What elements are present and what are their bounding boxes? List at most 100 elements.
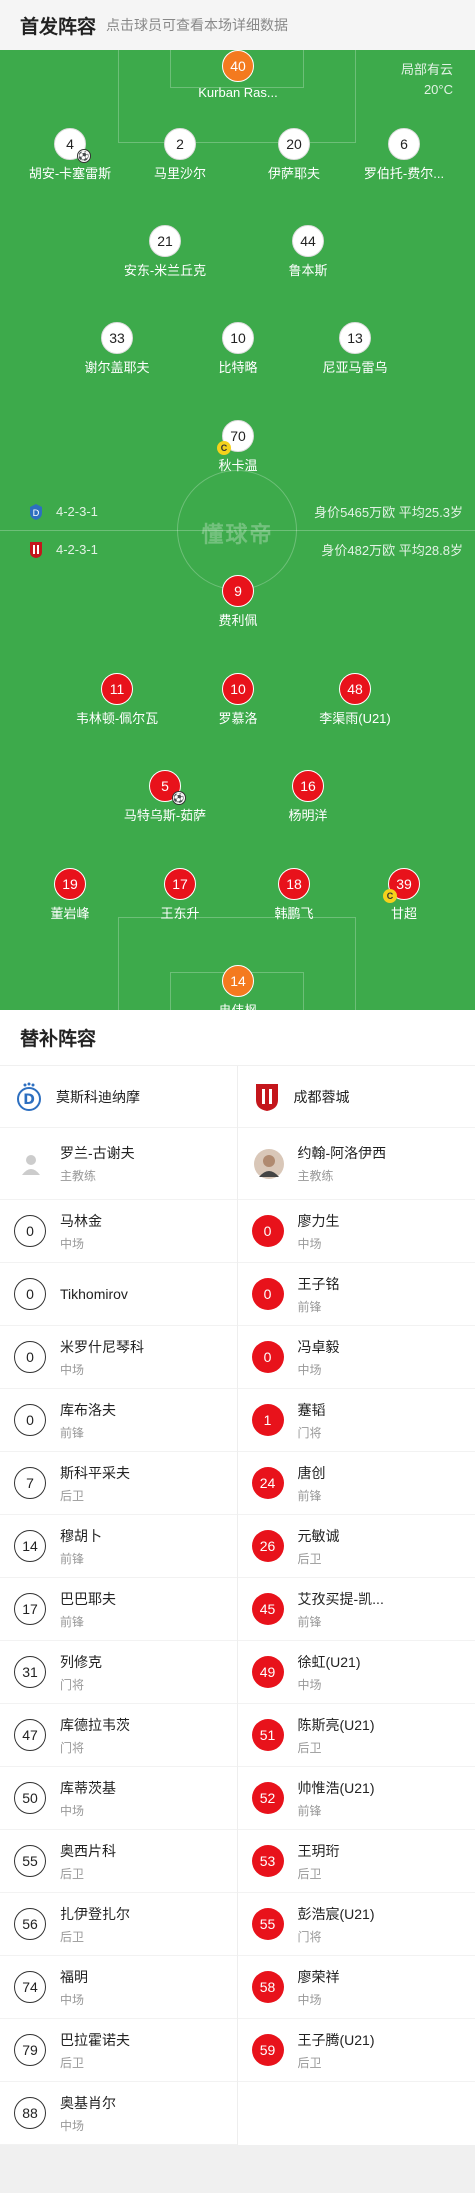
home-team-head[interactable]: D 莫斯科迪纳摩 [0,1066,237,1128]
away-lineup-player[interactable]: 17 王东升 [125,868,235,922]
home-lineup-player[interactable]: 70 C 秋卡温 [183,420,293,474]
home-lineup-player[interactable]: 21 安东-米兰丘克 [110,225,220,279]
home-sub-row[interactable]: 88 奥基肖尔 中场 [0,2082,237,2145]
sub-position: 中场 [297,1677,322,1692]
away-sub-row[interactable]: 59 王子腾(U21) 后卫 [237,2019,475,2082]
away-lineup-player[interactable]: 5 ⚽ 马特乌斯-茹萨 [110,770,220,824]
sub-name: 米罗什尼琴科 [60,1338,144,1355]
away-formation-row: 4-2-3-1 身价482万欧 平均28.8岁 [28,540,463,559]
away-sub-row[interactable]: 0 冯卓毅 中场 [237,1326,475,1389]
home-sub-row[interactable]: 14 穆胡卜 前锋 [0,1515,237,1578]
home-sub-row[interactable]: 17 巴巴耶夫 前锋 [0,1578,237,1641]
home-lineup-player[interactable]: 13 尼亚马雷乌 [300,322,410,376]
player-number: 16 [292,770,324,802]
player-name: 比特略 [218,360,258,375]
player-number: 10 [222,322,254,354]
away-lineup-player[interactable]: 16 杨明洋 [253,770,363,824]
away-sub-row[interactable]: 0 廖力生 中场 [237,1200,475,1263]
away-sub-row[interactable]: 0 王子铭 前锋 [237,1263,475,1326]
sub-number: 7 [14,1467,46,1499]
player-number: 4 ⚽ [54,128,91,163]
sub-name: 列修克 [60,1653,102,1670]
away-sub-row[interactable]: 55 彭浩宸(U21) 门将 [237,1893,475,1956]
player-name: 马特乌斯-茹萨 [123,808,207,823]
sub-name: 陈斯亮(U21) [297,1716,375,1733]
sub-name: Tikhomirov [60,1286,128,1302]
sub-position: 后卫 [297,1740,322,1755]
home-sub-row[interactable]: 74 福明 中场 [0,1956,237,2019]
home-sub-row[interactable]: 55 奥西片科 后卫 [0,1830,237,1893]
home-sub-row[interactable]: 31 列修克 门将 [0,1641,237,1704]
home-lineup-player[interactable]: 2 马里沙尔 [125,128,235,182]
sub-position: 前锋 [297,1803,322,1818]
player-name: 尼亚马雷乌 [322,360,388,375]
sub-name: 帅惟浩(U21) [297,1779,375,1796]
home-lineup-player[interactable]: 6 罗伯托-费尔... [349,128,459,182]
home-sub-row[interactable]: 47 库德拉韦茨 门将 [0,1704,237,1767]
home-sub-row[interactable]: 0 Tikhomirov [0,1263,237,1326]
home-lineup-player[interactable]: 20 伊萨耶夫 [239,128,349,182]
home-sub-row[interactable]: 56 扎伊登扎尔 后卫 [0,1893,237,1956]
away-lineup-player[interactable]: 14 冉伟枫 [183,965,293,1010]
home-sub-row[interactable]: 0 马林金 中场 [0,1200,237,1263]
away-team-head[interactable]: 成都蓉城 [237,1066,475,1128]
away-lineup-player[interactable]: 19 董岩峰 [15,868,125,922]
coach-placeholder-icon [16,1148,46,1179]
home-lineup-player[interactable]: 40 Kurban Ras... [183,50,293,100]
pitch: 懂球帝 局部有云 20°C D 4-2-3-1 身价5465万欧 平均25.3岁… [0,50,475,1010]
player-name: 安东-米兰丘克 [123,263,207,278]
sub-name: 彭浩宸(U21) [297,1905,375,1922]
sub-name: 马林金 [60,1212,102,1229]
away-formation: 4-2-3-1 [56,542,98,557]
player-number: 10 [222,673,254,705]
away-coach[interactable]: 约翰-阿洛伊西 主教练 [237,1128,475,1200]
home-sub-row[interactable]: 79 巴拉霍诺夫 后卫 [0,2019,237,2082]
sub-name: 廖荣祥 [297,1968,340,1985]
home-sub-row[interactable]: 0 库布洛夫 前锋 [0,1389,237,1452]
chengdu-logo-icon [255,1083,278,1111]
home-sub-row[interactable]: 50 库蒂茨基 中场 [0,1767,237,1830]
sub-number: 52 [251,1782,284,1814]
away-sub-row[interactable]: 49 徐虹(U21) 中场 [237,1641,475,1704]
sub-name: 艾孜买提-凯... [297,1590,384,1607]
away-value: 身价482万欧 平均28.8岁 [321,543,463,558]
player-number: 6 [388,128,420,160]
away-lineup-player[interactable]: 10 罗慕洛 [183,673,293,727]
away-sub-row[interactable]: 26 元敏诚 后卫 [237,1515,475,1578]
player-number: 2 [164,128,196,160]
home-lineup-player[interactable]: 10 比特略 [183,322,293,376]
away-lineup-player[interactable]: 18 韩鹏飞 [239,868,349,922]
sub-number: 0 [14,1341,46,1373]
away-lineup-player[interactable]: 9 费利佩 [183,575,293,629]
away-lineup-player[interactable]: 48 李渠雨(U21) [300,673,410,727]
player-number: 13 [339,322,371,354]
sub-position: 门将 [297,1425,322,1440]
sub-position: 中场 [297,1236,322,1251]
goal-ball-icon: ⚽ [77,149,91,163]
away-sub-row[interactable]: 53 王玥珩 后卫 [237,1830,475,1893]
sub-position: 中场 [297,1362,322,1377]
sub-name: 徐虹(U21) [297,1653,361,1670]
away-sub-row[interactable]: 24 唐创 前锋 [237,1452,475,1515]
dynamo-logo-icon: D [17,1082,41,1111]
home-lineup-player[interactable]: 33 谢尔盖耶夫 [62,322,172,376]
dynamo-logo-icon: D [30,503,42,520]
sub-number: 55 [251,1908,284,1940]
away-sub-row[interactable]: 1 蹇韬 门将 [237,1389,475,1452]
home-sub-row[interactable]: 7 斯科平采夫 后卫 [0,1452,237,1515]
home-lineup-player[interactable]: 44 鲁本斯 [253,225,363,279]
away-sub-row[interactable]: 52 帅惟浩(U21) 前锋 [237,1767,475,1830]
away-sub-row[interactable]: 45 艾孜买提-凯... 前锋 [237,1578,475,1641]
away-sub-row[interactable]: 58 廖荣祥 中场 [237,1956,475,2019]
sub-name: 巴拉霍诺夫 [60,2031,130,2048]
home-coach[interactable]: 罗兰-古谢夫 主教练 [0,1128,237,1200]
player-number: 48 [339,673,371,705]
away-lineup-player[interactable]: 39 C 甘超 [349,868,459,922]
footer-spacer [0,2145,475,2193]
home-lineup-player[interactable]: 4 ⚽ 胡安-卡塞雷斯 [15,128,125,182]
away-lineup-player[interactable]: 11 韦林顿-佩尔瓦 [62,673,172,727]
player-name: Kurban Ras... [198,85,278,100]
home-sub-row[interactable]: 0 米罗什尼琴科 中场 [0,1326,237,1389]
away-sub-row[interactable]: 51 陈斯亮(U21) 后卫 [237,1704,475,1767]
player-name: 秋卡温 [218,458,258,473]
